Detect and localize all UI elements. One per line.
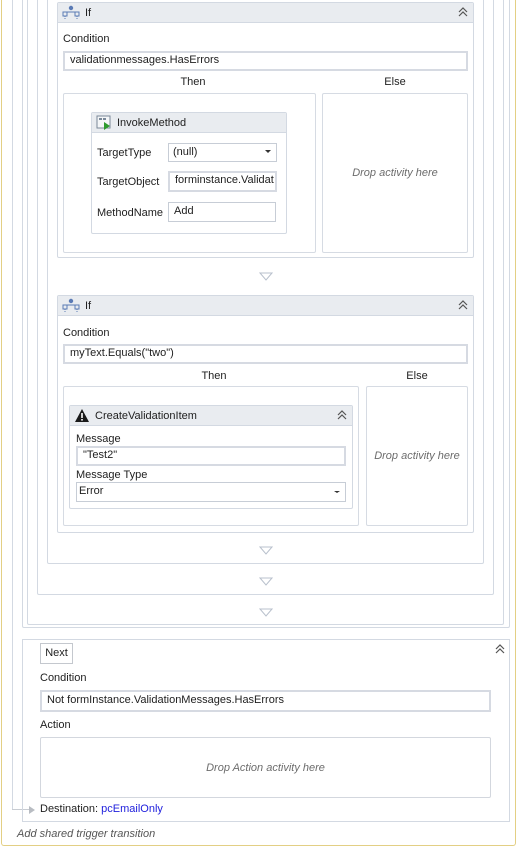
if-activity-1-header[interactable]: If <box>58 3 473 23</box>
message-label: Message <box>76 433 121 445</box>
transition-name-button[interactable]: Next <box>40 643 73 664</box>
invoke-method-title: InvokeMethod <box>117 116 187 129</box>
drop-target-arrow-icon[interactable] <box>259 608 273 617</box>
if-activity-1-title: If <box>85 6 92 19</box>
transition-connector-line <box>12 0 13 810</box>
if1-condition-input[interactable]: validationmessages.HasErrors <box>63 51 468 71</box>
create-validation-item-header[interactable]: CreateValidationItem <box>70 406 352 426</box>
transition-condition-label: Condition <box>40 672 87 684</box>
if2-condition-label: Condition <box>63 327 110 339</box>
if2-then-label: Then <box>201 370 227 382</box>
message-type-value: Error <box>79 485 104 497</box>
invoke-method-header[interactable]: InvokeMethod <box>92 113 286 133</box>
method-name-input[interactable]: Add <box>168 202 276 222</box>
drop-target-arrow-icon[interactable] <box>259 272 273 281</box>
if-icon <box>62 5 80 20</box>
if-activity-2-header[interactable]: If <box>58 296 473 316</box>
dropdown-caret-icon <box>334 491 340 493</box>
if-activity-2-title: If <box>85 299 92 312</box>
drop-target-arrow-icon[interactable] <box>259 546 273 555</box>
if1-else-placeholder: Drop activity here <box>352 167 438 179</box>
if2-condition-input[interactable]: myText.Equals("two") <box>63 344 468 364</box>
target-type-value: (null) <box>173 146 198 158</box>
if2-else-dropzone[interactable]: Drop activity here <box>366 386 468 526</box>
target-type-label: TargetType <box>97 147 152 159</box>
if1-then-label: Then <box>180 76 206 88</box>
target-object-input[interactable]: forminstance.Validat <box>168 171 277 192</box>
message-input[interactable]: "Test2" <box>76 446 346 466</box>
destination-label: Destination: <box>40 803 99 815</box>
message-type-label: Message Type <box>76 469 148 481</box>
if1-else-dropzone[interactable]: Drop activity here <box>322 93 468 253</box>
method-name-label: MethodName <box>97 207 164 219</box>
if1-condition-label: Condition <box>63 33 110 45</box>
target-object-label: TargetObject <box>97 176 160 188</box>
if1-else-label: Else <box>384 76 406 88</box>
transition-destination: Destination: pcEmailOnly <box>40 803 163 815</box>
target-type-select[interactable]: (null) <box>168 143 277 162</box>
message-type-select[interactable]: Error <box>76 482 346 502</box>
collapse-icon[interactable] <box>494 643 506 655</box>
collapse-icon[interactable] <box>457 6 469 18</box>
destination-link[interactable]: pcEmailOnly <box>101 803 163 815</box>
transition-action-placeholder: Drop Action activity here <box>206 761 325 774</box>
transition-action-label: Action <box>40 719 71 731</box>
if2-else-label: Else <box>406 370 428 382</box>
if2-else-placeholder: Drop activity here <box>374 450 460 462</box>
create-validation-item-title: CreateValidationItem <box>95 409 197 422</box>
collapse-icon[interactable] <box>336 409 348 421</box>
warning-icon <box>75 409 89 422</box>
if-icon <box>62 298 80 313</box>
transition-action-dropzone[interactable]: Drop Action activity here <box>40 737 491 798</box>
add-shared-trigger-link[interactable]: Add shared trigger transition <box>17 828 155 840</box>
dropdown-caret-icon <box>265 150 271 153</box>
transition-condition-input[interactable]: Not formInstance.ValidationMessages.HasE… <box>40 690 491 712</box>
invoke-method-icon <box>96 115 111 130</box>
drop-target-arrow-icon[interactable] <box>259 577 273 586</box>
collapse-icon[interactable] <box>457 299 469 311</box>
